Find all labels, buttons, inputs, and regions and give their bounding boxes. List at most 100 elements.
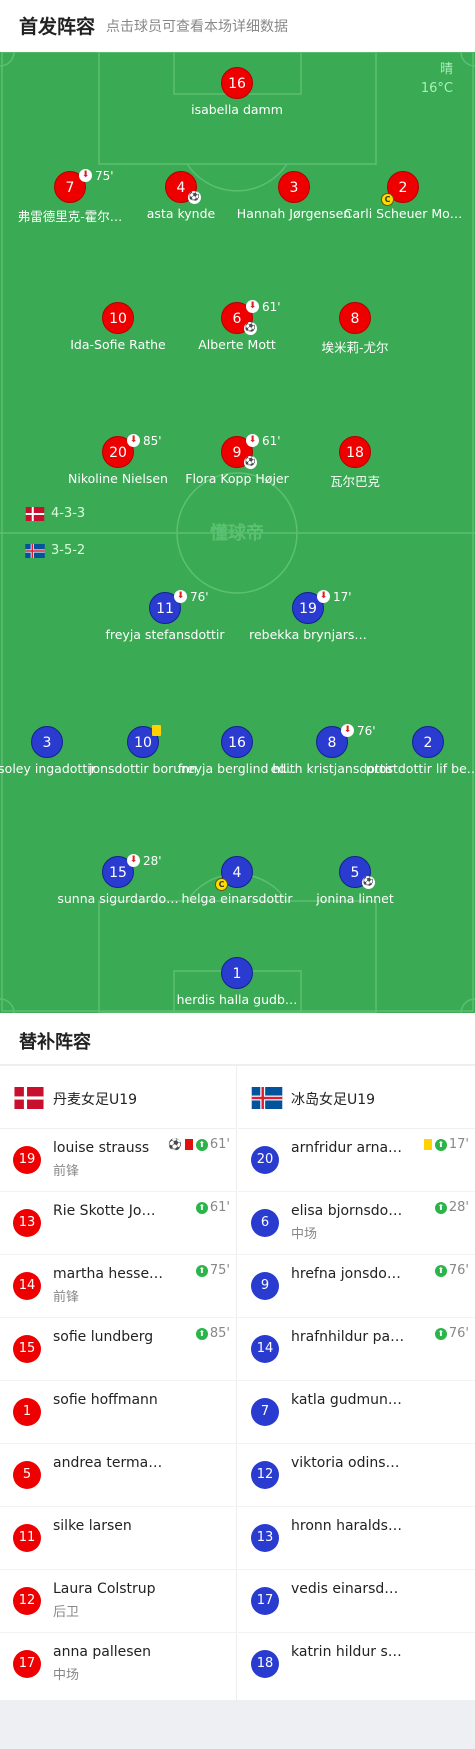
sub-event: ⬆ 85' bbox=[195, 1326, 230, 1341]
sub-player-row[interactable]: 6 elisa bjornsdottir 中场 ⬆ 28' bbox=[238, 1192, 475, 1255]
away-player[interactable]: 5 ⚽ jonina linnet bbox=[293, 856, 417, 906]
sub-off-icon: ⬇ bbox=[246, 300, 259, 313]
home-player[interactable]: 16 isabella damm bbox=[175, 67, 299, 117]
sub-player-row[interactable]: 18 katrin hildur s… bbox=[238, 1633, 475, 1696]
away-team-header[interactable]: 冰岛女足U19 bbox=[238, 1066, 475, 1129]
sub-player-name: elisa bjornsdottir bbox=[291, 1203, 406, 1219]
sub-on-time: 61' bbox=[209, 1137, 230, 1152]
player-name: prostdottir lif bem… bbox=[366, 761, 475, 776]
player-number: 11 bbox=[156, 601, 174, 617]
home-player[interactable]: 3 Hannah Jørgensen bbox=[232, 171, 356, 221]
player-name: 弗雷德里克-霍尔… bbox=[17, 209, 123, 224]
sub-player-row[interactable]: 5 andrea terma… bbox=[0, 1444, 236, 1507]
sub-on-time: 85' bbox=[209, 1326, 230, 1341]
sub-on-icon: ⬆ bbox=[195, 1138, 208, 1151]
away-player[interactable]: 11 ⬇ 76' freyja stefansdottir bbox=[103, 590, 227, 642]
sub-player-row[interactable]: 19 louise strauss 前锋 ⚽ ⬆ 61' bbox=[0, 1129, 236, 1192]
goal-ball-icon: ⚽ bbox=[362, 876, 375, 889]
sub-player-row[interactable]: 14 martha hesse… 前锋 ⬆ 75' bbox=[0, 1255, 236, 1318]
player-number-badge: 7 ⬇ 75' bbox=[54, 169, 114, 203]
player-number-badge: 16 bbox=[221, 726, 253, 758]
sub-off-indicator: ⬇ 75' bbox=[79, 169, 114, 183]
sub-player-name: andrea terma… bbox=[53, 1455, 163, 1471]
sub-on-time: 75' bbox=[209, 1263, 230, 1278]
away-player[interactable]: 19 ⬇ 17' rebekka brynjars… bbox=[246, 590, 370, 642]
sub-on-icon: ⬆ bbox=[434, 1327, 447, 1340]
player-number: 4 bbox=[232, 865, 242, 881]
sub-player-row[interactable]: 13 Rie Skotte Jo… ⬆ 61' bbox=[0, 1192, 236, 1255]
sub-time: 28' bbox=[143, 854, 162, 868]
sub-player-row[interactable]: 9 hrefna jonsdottir ⬆ 76' bbox=[238, 1255, 475, 1318]
sub-on-icon: ⬆ bbox=[195, 1264, 208, 1277]
sub-off-icon: ⬇ bbox=[127, 854, 140, 867]
lineup-subtitle: 点击球员可查看本场详细数据 bbox=[106, 19, 288, 35]
sub-player-number: 7 bbox=[251, 1398, 279, 1426]
sub-on-icon: ⬆ bbox=[434, 1138, 447, 1151]
away-player[interactable]: 15 ⬇ 28' sunna sigurdardo… bbox=[56, 854, 180, 906]
sub-player-name: hronn haralds… bbox=[291, 1518, 402, 1534]
sub-player-row[interactable]: 17 vedis einarsd… bbox=[238, 1570, 475, 1633]
sub-player-number: 6 bbox=[251, 1209, 279, 1237]
player-number: 8 bbox=[327, 735, 337, 751]
home-player[interactable]: 4 ⚽ asta kynde bbox=[119, 171, 243, 221]
home-player[interactable]: 8 埃米莉-尤尔 bbox=[293, 302, 417, 356]
yellow-card-icon bbox=[152, 725, 161, 736]
sub-player-row[interactable]: 12 Laura Colstrup 后卫 bbox=[0, 1570, 236, 1633]
player-name: isabella damm bbox=[191, 102, 283, 117]
home-formation-text: 4-3-3 bbox=[51, 506, 86, 521]
home-player[interactable]: 7 ⬇ 75' 弗雷德里克-霍尔… bbox=[8, 169, 132, 225]
home-player[interactable]: 10 Ida-Sofie Rathe bbox=[56, 302, 180, 352]
sub-player-position: 前锋 bbox=[53, 1290, 80, 1305]
player-name: helga einarsdottir bbox=[181, 891, 293, 906]
player-number-badge: 16 bbox=[221, 67, 253, 99]
sub-off-icon: ⬇ bbox=[317, 590, 330, 603]
player-name: Nikoline Nielsen bbox=[68, 471, 168, 486]
sub-player-row[interactable]: 12 viktoria odins… bbox=[238, 1444, 475, 1507]
red-card-icon bbox=[184, 1139, 193, 1150]
player-number: 2 bbox=[423, 735, 433, 751]
sub-player-row[interactable]: 20 arnfridur arna… ⬆ 17' bbox=[238, 1129, 475, 1192]
player-name: herdis halla gudb… bbox=[176, 992, 298, 1007]
sub-off-indicator: ⬇ 76' bbox=[174, 590, 209, 604]
sub-player-row[interactable]: 17 anna pallesen 中场 bbox=[0, 1633, 236, 1696]
player-number-badge: 2C bbox=[381, 171, 419, 206]
player-name: Hannah Jørgensen bbox=[236, 206, 352, 221]
player-number: 19 bbox=[299, 601, 317, 617]
sub-player-number: 14 bbox=[251, 1335, 279, 1363]
sub-on-icon: ⬆ bbox=[195, 1201, 208, 1214]
home-player[interactable]: 9 ⬇ 61' ⚽ Flora Kopp Højer bbox=[175, 434, 299, 486]
captain-icon: C bbox=[215, 878, 228, 891]
sub-on-icon: ⬆ bbox=[434, 1264, 447, 1277]
sub-player-row[interactable]: 13 hronn haralds… bbox=[238, 1507, 475, 1570]
sub-player-row[interactable]: 1 sofie hoffmann bbox=[0, 1381, 236, 1444]
player-number-badge: 20 ⬇ 85' bbox=[102, 434, 162, 468]
home-player[interactable]: 6 ⬇ 61' ⚽ Alberte Mott bbox=[175, 300, 299, 352]
player-name: Flora Kopp Højer bbox=[185, 471, 289, 486]
home-player[interactable]: 2 C Carli Scheuer Mo… bbox=[341, 171, 465, 221]
sub-player-row[interactable]: 7 katla gudmun… bbox=[238, 1381, 475, 1444]
player-name: 瓦尔巴克 bbox=[329, 474, 380, 489]
player-name: Carli Scheuer Mo… bbox=[343, 206, 463, 221]
away-player[interactable]: 2 prostdottir lif bem… bbox=[366, 726, 475, 776]
sub-off-indicator: ⬇ 17' bbox=[317, 590, 352, 604]
lineup-title: 首发阵容 bbox=[19, 16, 96, 38]
player-number: 8 bbox=[350, 311, 360, 327]
home-player[interactable]: 20 ⬇ 85' Nikoline Nielsen bbox=[56, 434, 180, 486]
weather-condition: 晴 bbox=[439, 62, 453, 77]
home-team-header[interactable]: 丹麦女足U19 bbox=[0, 1066, 236, 1129]
player-name: Alberte Mott bbox=[198, 337, 276, 352]
goal-ball-icon: ⚽ bbox=[188, 191, 201, 204]
sub-off-icon: ⬇ bbox=[246, 434, 259, 447]
sub-player-row[interactable]: 15 sofie lundberg ⬆ 85' bbox=[0, 1318, 236, 1381]
away-player[interactable]: 4 Chelga einarsdottir bbox=[175, 856, 299, 906]
sub-player-row[interactable]: 11 silke larsen bbox=[0, 1507, 236, 1570]
sub-player-row[interactable]: 14 hrafnhildur pal… ⬆ 76' bbox=[238, 1318, 475, 1381]
goal-ball-icon: ⚽ bbox=[244, 456, 257, 469]
away-subs-column: 冰岛女足U19 20 arnfridur arna… ⬆ 17' 6 elisa bjor… bbox=[238, 1066, 475, 1700]
away-player[interactable]: 1 herdis halla gudb… bbox=[175, 957, 299, 1007]
home-player[interactable]: 18 瓦尔巴克 bbox=[293, 436, 417, 490]
sub-event: ⬆ 17' bbox=[421, 1137, 469, 1152]
sub-player-name: louise strauss bbox=[53, 1140, 150, 1156]
player-name: rebekka brynjars… bbox=[249, 627, 367, 642]
player-number: 18 bbox=[346, 445, 364, 461]
